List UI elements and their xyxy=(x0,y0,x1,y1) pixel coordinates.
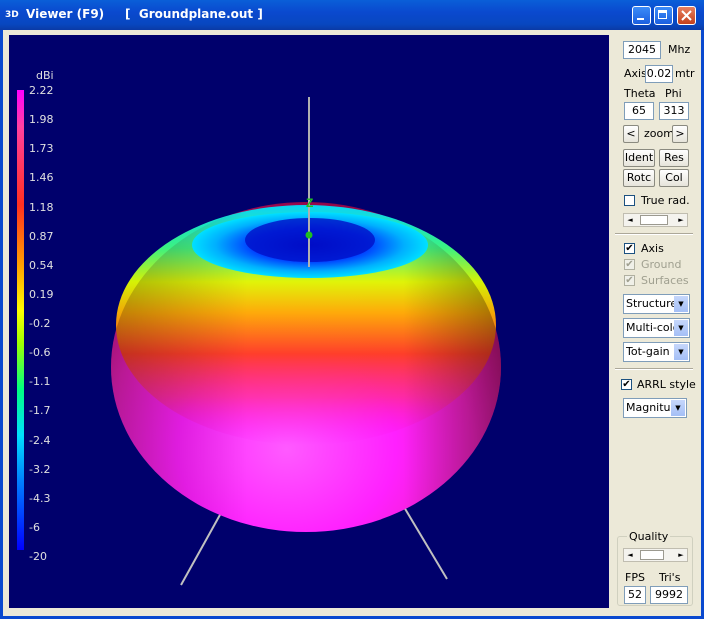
zoom-out-button[interactable]: < xyxy=(623,125,639,143)
magnitude-select-value: Magnitud xyxy=(626,401,678,414)
theta-input[interactable]: 65 xyxy=(624,102,654,120)
chevron-down-icon: ▼ xyxy=(674,344,688,360)
close-icon xyxy=(681,10,692,21)
col-button[interactable]: Col xyxy=(659,169,689,187)
surfaces-checkbox[interactable]: ✔ xyxy=(624,275,635,286)
true-rad-label: True rad. xyxy=(641,194,690,207)
separator xyxy=(615,368,693,370)
structure-select-value: Structure xyxy=(626,297,678,310)
tris-label: Tri's xyxy=(659,571,681,584)
quality-label: Quality xyxy=(627,530,671,543)
control-panel: 2045 Mhz Axis 0.02 mtr Theta Phi 65 313 … xyxy=(613,35,697,608)
res-button[interactable]: Res xyxy=(659,149,689,167)
surfaces-checkbox-label: Surfaces xyxy=(641,274,689,287)
chevron-down-icon: ▼ xyxy=(674,320,688,336)
app-icon: 3D xyxy=(5,10,19,20)
z-axis-label: Z xyxy=(306,196,313,210)
radiation-pattern: Z xyxy=(111,97,501,586)
zoom-label: zoom xyxy=(644,127,674,140)
chevron-down-icon: ▼ xyxy=(674,296,688,312)
maximize-button[interactable] xyxy=(654,6,673,25)
radiation-slider[interactable]: ◄ ► xyxy=(623,213,688,227)
minimize-button[interactable] xyxy=(632,6,651,25)
rotc-button[interactable]: Rotc xyxy=(623,169,655,187)
3d-viewport[interactable]: dBi 2.22 1.98 1.73 1.46 1.18 0.87 0.54 0.19 -0.2… xyxy=(9,35,609,608)
gain-select[interactable]: Tot-gain ▼ xyxy=(623,342,690,362)
arrl-style-checkbox[interactable]: ✔ xyxy=(621,379,632,390)
slider-left-icon: ◄ xyxy=(627,551,633,559)
axis-length-label: Axis xyxy=(624,67,647,80)
axis-checkbox[interactable]: ✔ xyxy=(624,243,635,254)
feed-point xyxy=(305,231,313,239)
slider-right-icon: ► xyxy=(678,216,684,224)
axis-length-unit: mtr xyxy=(675,67,695,80)
ident-button[interactable]: Ident xyxy=(623,149,655,167)
axis-length-input[interactable]: 0.02 xyxy=(645,65,673,83)
gain-select-value: Tot-gain xyxy=(626,345,670,358)
fps-value: 52 xyxy=(624,586,646,604)
phi-input[interactable]: 313 xyxy=(659,102,689,120)
maximize-icon xyxy=(658,10,667,19)
quality-slider[interactable]: ◄ ► xyxy=(623,548,688,562)
axis-checkbox-label: Axis xyxy=(641,242,664,255)
ground-checkbox-label: Ground xyxy=(641,258,682,271)
ground-checkbox[interactable]: ✔ xyxy=(624,259,635,270)
color-mode-select[interactable]: Multi-colo ▼ xyxy=(623,318,690,338)
quality-slider-thumb[interactable] xyxy=(640,550,664,560)
close-button[interactable] xyxy=(677,6,696,25)
theta-label: Theta xyxy=(624,87,656,100)
radial-left xyxy=(180,512,222,586)
slider-left-icon: ◄ xyxy=(627,216,633,224)
color-mode-select-value: Multi-colo xyxy=(626,321,680,334)
frequency-unit: Mhz xyxy=(668,43,691,56)
tris-value: 9992 xyxy=(650,586,688,604)
separator xyxy=(615,233,693,235)
window-title: Viewer (F9) [ Groundplane.out ] xyxy=(26,7,263,21)
slider-thumb[interactable] xyxy=(640,215,668,225)
frequency-input[interactable]: 2045 xyxy=(623,41,661,59)
radial-right xyxy=(403,506,448,580)
minimize-icon xyxy=(637,18,644,20)
fps-label: FPS xyxy=(625,571,645,584)
title-bar: 3D Viewer (F9) [ Groundplane.out ] xyxy=(0,0,704,30)
zoom-in-button[interactable]: > xyxy=(672,125,688,143)
slider-right-icon: ► xyxy=(678,551,684,559)
arrl-style-label: ARRL style xyxy=(637,378,696,391)
true-rad-checkbox[interactable] xyxy=(624,195,635,206)
structure-select[interactable]: Structure ▼ xyxy=(623,294,690,314)
magnitude-select[interactable]: Magnitud ▼ xyxy=(623,398,687,418)
chevron-down-icon: ▼ xyxy=(671,400,685,416)
phi-label: Phi xyxy=(665,87,682,100)
